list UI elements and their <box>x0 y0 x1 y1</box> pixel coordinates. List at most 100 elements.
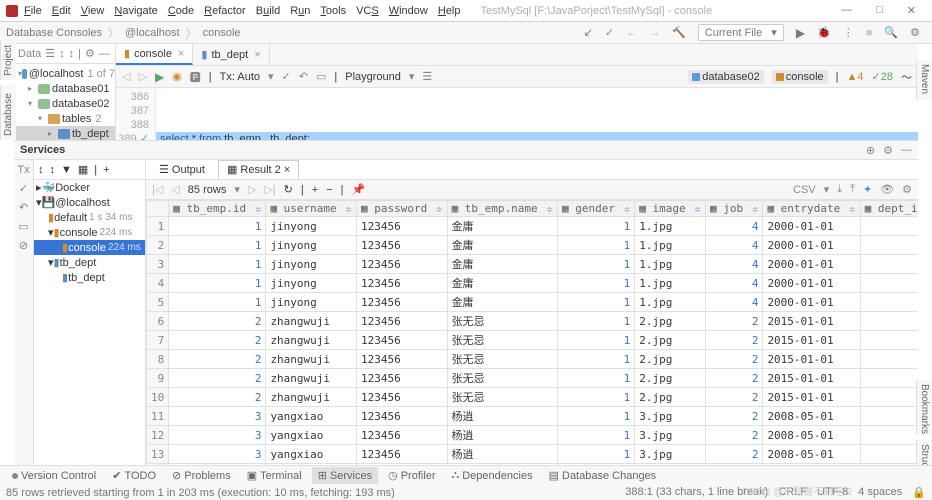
first-icon[interactable]: |◁ <box>152 183 163 196</box>
pin-icon[interactable]: 📌 <box>351 183 365 196</box>
commit-icon[interactable]: ✓ <box>19 182 28 195</box>
debug-icon[interactable]: 🐞 <box>817 26 831 39</box>
tree-db1[interactable]: ▸database01 <box>14 81 115 96</box>
cancel-icon[interactable]: ▭ <box>316 70 326 83</box>
tree-tb-dept[interactable]: ▸tb_dept <box>14 126 115 140</box>
rollback-icon[interactable]: ↶ <box>299 70 308 83</box>
add-row-icon[interactable]: + <box>312 184 318 196</box>
table-row[interactable]: 92zhangwuji123456张无忌12.jpg22015-01-01220… <box>147 369 919 388</box>
sidebar-tab-bookmarks[interactable]: Bookmarks <box>916 380 932 435</box>
minimize-icon[interactable]: — <box>841 4 852 17</box>
playground-mode[interactable]: Playground <box>345 71 401 83</box>
bottom-problems[interactable]: ⊘ Problems <box>166 467 237 484</box>
result-grid[interactable]: ▦ tb_emp.id ≑▦ username ≑▦ password ≑▦ t… <box>146 200 918 480</box>
table-row[interactable]: 113yangxiao123456杨逍13.jpg22008-05-012202… <box>147 407 919 426</box>
settings-icon[interactable]: ☰ <box>422 70 432 83</box>
lock-icon[interactable]: 🔒 <box>912 486 926 499</box>
csv-btn[interactable]: CSV <box>793 184 816 196</box>
svc-docker[interactable]: ▸🐳 Docker <box>34 180 145 195</box>
remove-row-icon[interactable]: − <box>326 184 332 196</box>
svc-tbdept[interactable]: ▾▮ tb_dept <box>34 255 145 270</box>
bottom-profiler[interactable]: ◷ Profiler <box>382 467 441 484</box>
table-row[interactable]: 51jinyong123456金庸11.jpg42000-01-0122024-… <box>147 293 919 312</box>
collapse-icon[interactable]: ↕ <box>50 164 56 176</box>
sidebar-tab-database[interactable]: Database <box>0 85 16 140</box>
warnings-badge[interactable]: ▲4 <box>847 71 864 83</box>
svc-default[interactable]: ▮ default1 s 34 ms <box>34 210 145 225</box>
tx-icon[interactable]: Tx <box>17 164 29 176</box>
tree-root[interactable]: ▾@localhost1 of 7 <box>14 66 115 81</box>
bottom-dependencies[interactable]: ⛬ Dependencies <box>446 467 539 484</box>
search-icon[interactable]: 🔍 <box>884 26 898 39</box>
table-row[interactable]: 41jinyong123456金庸11.jpg42000-01-0122024-… <box>147 274 919 293</box>
run-icon[interactable]: ▶ <box>796 26 805 40</box>
rollback-icon[interactable]: ↶ <box>19 201 28 214</box>
filter-icon[interactable]: ▼ <box>61 164 72 176</box>
bottom-vc[interactable]: Version Control <box>6 468 102 484</box>
sidebar-tab-project[interactable]: Project <box>0 40 16 80</box>
prev-icon[interactable]: ◁ <box>171 183 179 196</box>
view-icon[interactable]: ✦ <box>863 183 872 196</box>
menu-navigate[interactable]: Navigate <box>114 5 157 17</box>
menu-window[interactable]: Window <box>389 5 428 17</box>
table-row[interactable]: 102zhangwuji123456张无忌12.jpg22015-01-0122… <box>147 388 919 407</box>
breadcrumb-c[interactable]: console <box>203 27 241 39</box>
maximize-icon[interactable]: □ <box>876 4 883 17</box>
expand-icon[interactable]: ↕ <box>38 164 44 176</box>
vcs-update-icon[interactable]: ↙ <box>584 26 593 39</box>
close-icon[interactable]: × <box>178 48 184 60</box>
gear-icon[interactable]: ⚙ <box>902 183 912 196</box>
menu-code[interactable]: Code <box>168 5 194 17</box>
filter-icon[interactable]: ⊕ <box>866 144 875 157</box>
hide-icon[interactable]: — <box>901 144 912 157</box>
menu-run[interactable]: Run <box>290 5 310 17</box>
next-icon[interactable]: ▷ <box>248 183 256 196</box>
menu-refactor[interactable]: Refactor <box>204 5 246 17</box>
group-icon[interactable]: ▦ <box>78 163 88 176</box>
menu-edit[interactable]: Edit <box>52 5 71 17</box>
svc-localhost[interactable]: ▾💾 @localhost <box>34 195 145 210</box>
run-cursor-icon[interactable]: ◉ <box>172 70 182 83</box>
menu-tools[interactable]: Tools <box>320 5 346 17</box>
table-row[interactable]: 11jinyong123456金庸11.jpg42000-01-0122024-… <box>147 217 919 236</box>
breadcrumb-a[interactable]: Database Consoles <box>6 27 102 39</box>
sort-icon[interactable]: ↕ <box>59 48 65 60</box>
console-badge[interactable]: console <box>772 70 828 84</box>
import-icon[interactable]: ⤒ <box>850 183 855 196</box>
bottom-todo[interactable]: ✔ TODO <box>106 467 162 484</box>
bottom-services[interactable]: ⊞ Services <box>312 467 378 484</box>
breadcrumb-b[interactable]: @localhost <box>125 27 180 39</box>
gear-icon[interactable]: ⚙ <box>85 47 95 60</box>
hide-icon[interactable]: — <box>99 48 110 60</box>
table-row[interactable]: 133yangxiao123456杨逍13.jpg22008-05-012202… <box>147 445 919 464</box>
eye-icon[interactable]: 👁 <box>880 183 894 196</box>
run-sql-icon[interactable]: ▶ <box>155 70 164 84</box>
explain-icon[interactable]: 🅿 <box>190 69 201 85</box>
tree-tables[interactable]: ▾tables2 <box>14 111 115 126</box>
close-icon[interactable]: × <box>254 49 260 61</box>
bottom-dbchanges[interactable]: ▤ Database Changes <box>543 467 663 484</box>
tab-console[interactable]: ▮console× <box>116 44 193 65</box>
tree-db2[interactable]: ▾database02 <box>14 96 115 111</box>
output-tab[interactable]: ☰ Output <box>150 160 214 179</box>
build-icon[interactable]: 🔨 <box>672 26 686 39</box>
menu-build[interactable]: Build <box>256 5 280 17</box>
svc-console-run[interactable]: ▮ console224 ms <box>34 240 145 255</box>
table-row[interactable]: 123yangxiao123456杨逍13.jpg22008-05-012202… <box>147 426 919 445</box>
run-config-select[interactable]: Current File ▾ <box>698 24 784 41</box>
status-indent[interactable]: 4 spaces <box>858 486 902 499</box>
sidebar-tab-maven[interactable]: Maven <box>916 60 932 100</box>
vcs-commit-icon[interactable]: ✓ <box>605 26 614 39</box>
table-row[interactable]: 72zhangwuji123456张无忌12.jpg22015-01-01220… <box>147 331 919 350</box>
refresh-icon[interactable]: ↻ <box>284 183 293 196</box>
expand-icon[interactable]: ↕ <box>69 48 75 60</box>
bottom-terminal[interactable]: ▣ Terminal <box>241 467 308 484</box>
last-icon[interactable]: ▷| <box>264 183 275 196</box>
ide-settings-icon[interactable]: ⚙ <box>910 26 920 39</box>
svc-tbdept-sub[interactable]: ▮ tb_dept <box>34 270 145 285</box>
close-icon[interactable]: ✕ <box>907 4 916 17</box>
table-row[interactable]: 31jinyong123456金庸11.jpg42000-01-0122024-… <box>147 255 919 274</box>
menu-view[interactable]: View <box>81 5 105 17</box>
cancel-icon[interactable]: ▭ <box>18 220 28 233</box>
inspect-icon[interactable]: 〜 <box>901 69 912 85</box>
